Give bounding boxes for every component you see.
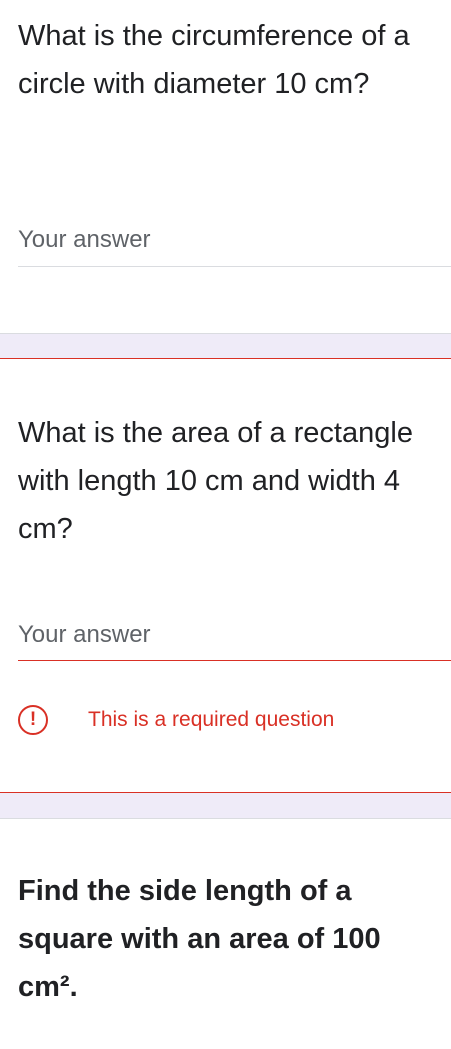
answer-input[interactable]: Your answer bbox=[18, 621, 151, 649]
question-card-square-side: Find the side length of a square with an… bbox=[0, 819, 451, 1049]
answer-underline bbox=[18, 266, 451, 267]
question-separator bbox=[0, 792, 451, 819]
question-title: Find the side length of a square with an… bbox=[18, 875, 381, 1003]
question-separator bbox=[0, 333, 451, 359]
question-title: What is the area of a rectangle with len… bbox=[18, 417, 413, 545]
error-message: This is a required question bbox=[88, 708, 335, 731]
question-card-circumference: What is the circumference of a circle wi… bbox=[0, 0, 451, 333]
answer-input[interactable]: Your answer bbox=[18, 226, 151, 254]
question-title: What is the circumference of a circle wi… bbox=[18, 20, 410, 100]
required-error: ! This is a required question bbox=[18, 705, 334, 735]
answer-underline-error bbox=[18, 660, 451, 661]
error-icon: ! bbox=[18, 705, 48, 735]
